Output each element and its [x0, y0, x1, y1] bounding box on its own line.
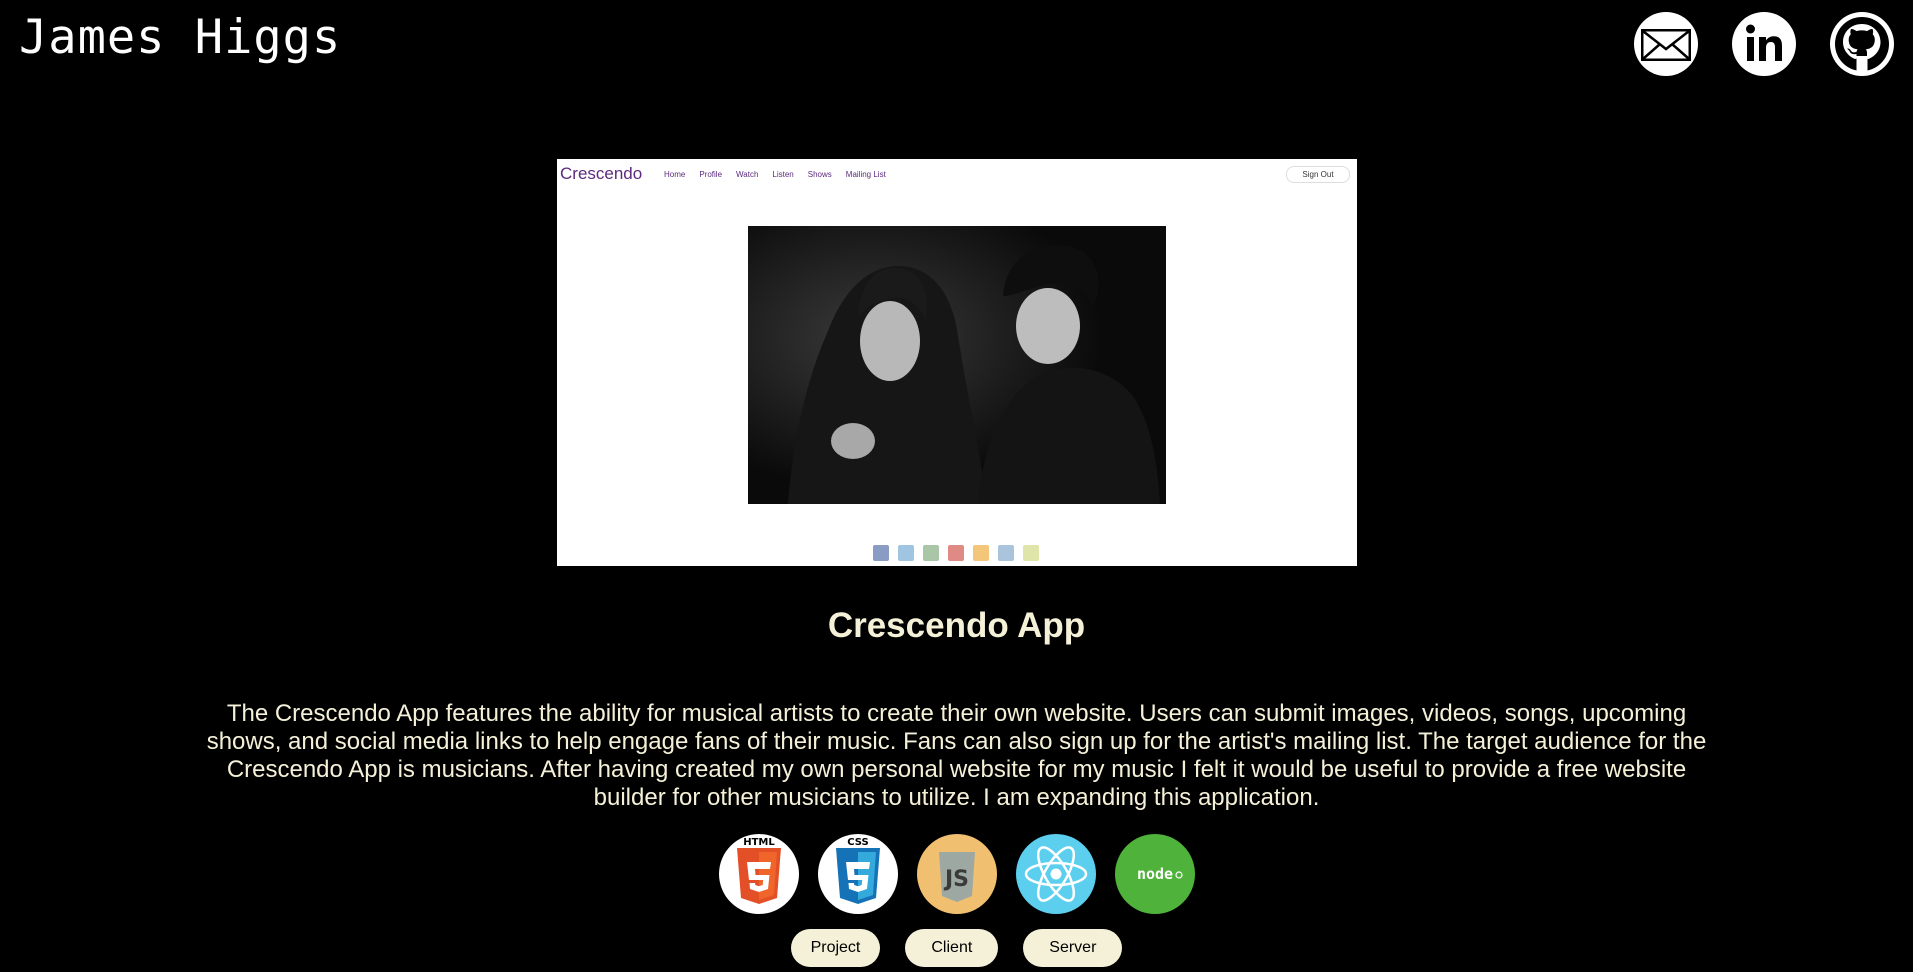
project-screenshot: Crescendo Home Profile Watch Listen Show…	[557, 159, 1357, 566]
screenshot-social-icons	[873, 545, 1039, 561]
project-title: Crescendo App	[827, 606, 1086, 645]
linkedin-link[interactable]	[1732, 12, 1796, 76]
youtube-icon	[948, 545, 964, 561]
mail-icon	[1023, 545, 1039, 561]
tech-stack: HTML CSS JS node	[0, 834, 1913, 914]
javascript-label: JS	[942, 867, 968, 892]
react-icon	[1015, 834, 1096, 914]
github-icon	[1835, 17, 1889, 72]
instagram-icon	[923, 545, 939, 561]
screenshot-nav-mailing-list: Mailing List	[845, 170, 886, 179]
client-link-button[interactable]: Client	[905, 929, 999, 967]
screenshot-sign-out: Sign Out	[1286, 166, 1350, 183]
soundcloud-icon	[973, 545, 989, 561]
css3-label: CSS	[847, 837, 868, 848]
server-link-button[interactable]: Server	[1023, 929, 1123, 967]
javascript-icon: JS	[916, 834, 997, 914]
github-link[interactable]	[1830, 12, 1894, 76]
nodejs-label: node	[1136, 865, 1172, 883]
screenshot-nav-listen: Listen	[772, 170, 794, 179]
project-description: The Crescendo App features the ability f…	[206, 700, 1707, 811]
html5-icon: HTML	[718, 834, 799, 914]
nodejs-icon: node	[1114, 834, 1195, 914]
screenshot-brand: Crescendo	[560, 164, 643, 183]
facebook-icon	[873, 545, 889, 561]
screenshot-nav-shows: Shows	[807, 170, 832, 179]
css3-icon: CSS	[817, 834, 898, 914]
site-title: James Higgs	[19, 10, 342, 65]
social-links	[1634, 12, 1894, 76]
screenshot-nav-profile: Profile	[699, 170, 723, 179]
screenshot-nav-watch: Watch	[736, 170, 759, 179]
linkedin-icon	[1746, 24, 1782, 61]
html5-label: HTML	[743, 837, 775, 848]
screenshot-nav-home: Home	[664, 170, 686, 179]
bandcamp-icon	[998, 545, 1014, 561]
twitter-icon	[898, 545, 914, 561]
artist-photo	[748, 226, 1166, 504]
project-link-button[interactable]: Project	[790, 929, 881, 967]
project-links: Project Client Server	[0, 929, 1913, 967]
email-icon	[1641, 29, 1691, 61]
email-link[interactable]	[1634, 12, 1698, 76]
screenshot-nav: Home Profile Watch Listen Shows Mailing …	[664, 170, 886, 179]
